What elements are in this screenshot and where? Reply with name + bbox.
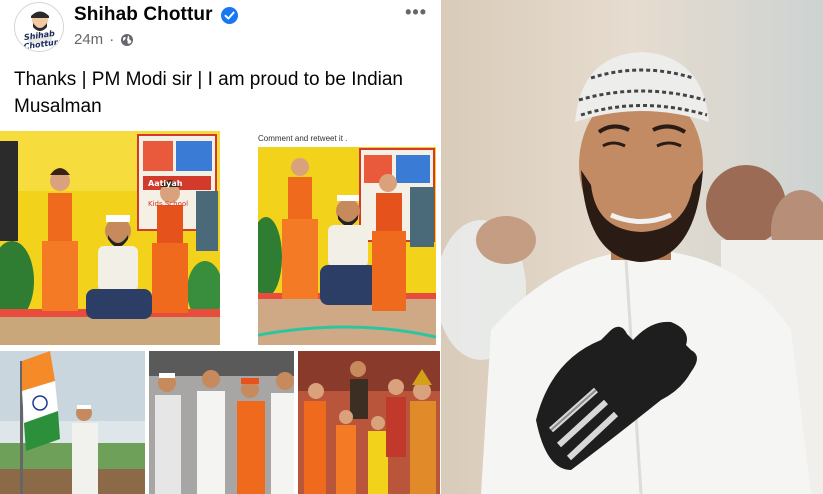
social-post: Shihab Chottur Shihab Chottur 24m · ••• … — [0, 0, 441, 494]
man-smiling-photo-icon — [441, 0, 823, 494]
more-options-icon[interactable]: ••• — [405, 2, 427, 23]
post-image-flag[interactable] — [0, 351, 145, 494]
svg-text:Aatiyah: Aatiyah — [148, 179, 183, 188]
post-header: Shihab Chottur Shihab Chottur 24m · ••• — [0, 0, 441, 58]
post-meta: 24m · — [74, 31, 134, 48]
main-photo — [441, 0, 823, 494]
verified-badge-icon — [221, 7, 238, 24]
post-image-group[interactable] — [149, 351, 294, 494]
meta-dot: · — [109, 31, 115, 48]
comment-note: Comment and retweet it . — [258, 134, 348, 143]
author-avatar[interactable]: Shihab Chottur — [14, 2, 64, 52]
svg-text:Kids School: Kids School — [148, 200, 188, 208]
author-name[interactable]: Shihab Chottur — [74, 4, 213, 26]
post-timestamp[interactable]: 24m — [74, 31, 103, 48]
post-image-school-2[interactable] — [258, 147, 436, 345]
post-image-school-1[interactable]: Aatiyah Kids School — [0, 131, 220, 345]
globe-icon[interactable] — [120, 33, 134, 47]
post-caption: Thanks | PM Modi sir | I am proud to be … — [14, 69, 403, 117]
post-image-costumes[interactable] — [298, 351, 440, 494]
